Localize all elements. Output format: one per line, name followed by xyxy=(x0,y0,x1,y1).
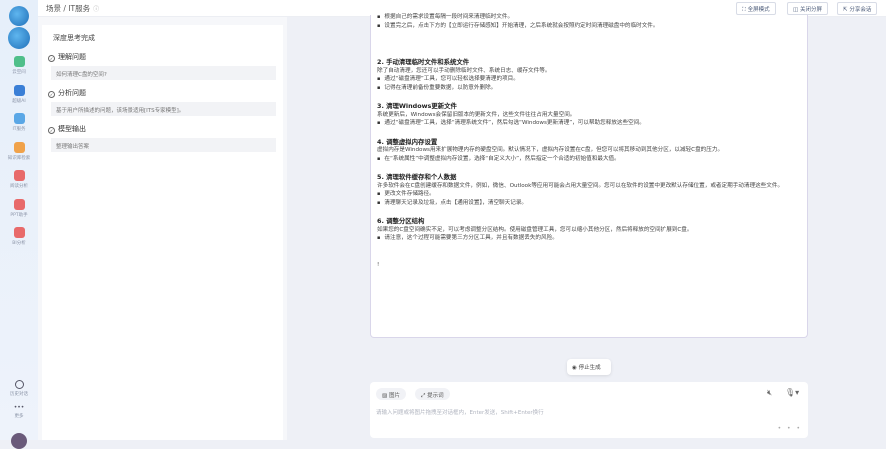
list-item: 在“系统属性”中调整虚拟内存设置，选择“自定义大小”，然后指定一个合适的初始值和… xyxy=(377,155,801,164)
clock-icon xyxy=(14,380,24,389)
message-input[interactable]: 请输入问题或将图片拖拽至对话框内，Enter发送，Shift+Enter换行 xyxy=(376,408,544,416)
typing-cursor: ! xyxy=(377,261,380,268)
app-logo xyxy=(9,6,29,26)
app-icon xyxy=(13,56,25,67)
stop-generating-button[interactable]: ◉ 停止生成 xyxy=(567,359,611,375)
thinking-title: 深度思考完成 xyxy=(53,34,95,42)
thinking-step: ✓ 理解问题 xyxy=(48,53,86,62)
assistant-avatar[interactable] xyxy=(8,27,30,49)
step-detail: 如何清理C盘的空间? xyxy=(51,66,276,80)
section-heading: 2. 手动清理临时文件和系统文件 xyxy=(377,58,470,66)
list-item: 记得在清理前备份重要数据，以防意外删除。 xyxy=(377,84,801,93)
share-button[interactable]: ⇱ 分享会话 xyxy=(837,2,878,15)
section-heading: 4. 调整虚拟内存设置 xyxy=(377,137,438,146)
thinking-step: ✓ 分析问题 xyxy=(48,89,86,98)
sidebar-item-more[interactable]: ••• 更多 xyxy=(0,404,38,420)
more-icon: ••• xyxy=(13,404,25,411)
info-icon[interactable]: ⓘ xyxy=(93,6,99,13)
breadcrumb: 场景 / IT服务 ⓘ xyxy=(46,4,100,13)
section-text: 许多软件会在C盘创建缓存和数据文件，例如，微信、Outlook等应用可能会占用大… xyxy=(377,182,784,189)
sidebar-item-3[interactable]: 知识库检索 xyxy=(0,141,38,161)
more-options-icon[interactable]: • • • xyxy=(778,425,802,432)
list-item: 通过“磁盘清理”工具，您可以轻松选择要清理的项目。 xyxy=(377,75,801,84)
check-circle-icon: ✓ xyxy=(48,55,55,62)
step-detail: 整理输出答案 xyxy=(51,138,276,152)
sidebar-item-2[interactable]: IT服务 xyxy=(0,113,38,132)
composer: ▨ 图片 ⤢ 提示词 请输入问题或将图片拖拽至对话框内，Enter发送，Shif… xyxy=(370,382,808,438)
list-item: 设置完之后，点击下方的【立即运行存储感知】开始清理，之后系统就会按照约定时间清理… xyxy=(377,22,801,31)
list-item: 请注意，这个过程可能需要第三方分区工具，并且有数据丢失的风险。 xyxy=(377,234,801,243)
prompt-button[interactable]: ⤢ 提示词 xyxy=(415,388,450,400)
app-icon xyxy=(13,141,25,153)
app-icon xyxy=(13,113,25,124)
section-heading: 3. 清理Windows更新文件 xyxy=(377,102,457,110)
sidebar-item-6[interactable]: BI分析 xyxy=(0,227,38,246)
section-text: 如果您的C盘空间确实不足，可以考虑调整分区结构。使用磁盘管理工具，您可以缩小其他… xyxy=(377,226,693,233)
user-avatar[interactable] xyxy=(11,433,27,449)
list-item: 更改文件存储路径。 xyxy=(377,190,801,199)
chat-area: 根据自己的需求设置每隔一段时间来清理临时文件。设置完之后，点击下方的【立即运行存… xyxy=(287,13,886,440)
sidebar-item-1[interactable]: 超级AI xyxy=(0,84,38,104)
app-icon xyxy=(13,198,25,210)
app-icon xyxy=(13,227,25,238)
sidebar-item-5[interactable]: PPT助手 xyxy=(0,198,38,218)
microphone-icon[interactable]: 🎙︎▾ xyxy=(785,388,799,397)
answer-section: 5. 清理软件缓存和个人数据 许多软件会在C盘创建缓存和数据文件，例如，微信、Ou… xyxy=(377,173,801,207)
thinking-step: ✓ 模型输出 xyxy=(48,125,86,134)
sidebar: 云空间超级AI IT服务知识库检索阅读分析 PPT助手 BI分析 历史对话 ••• 更… xyxy=(0,0,38,449)
list-item: 清理聊天记录及垃圾，点击【通用设置】，清空聊天记录。 xyxy=(377,199,801,208)
answer-section: 6. 调整分区结构 如果您的C盘空间确实不足，可以考虑调整分区结构。使用磁盘管理工… xyxy=(377,217,801,243)
app-icon xyxy=(13,84,25,96)
step-detail: 基于用户所描述的问题，该场景适用[ITS专家模型]。 xyxy=(51,102,276,116)
section-text: 除了自动清理，您还可以手动删除临时文件、系统日志、缓存文件等。 xyxy=(377,67,551,74)
image-button[interactable]: ▨ 图片 xyxy=(376,388,406,400)
answer-section: 2. 手动清理临时文件和系统文件 除了自动清理，您还可以手动删除临时文件、系统日志… xyxy=(377,58,801,92)
sidebar-item-0[interactable]: 云空间 xyxy=(0,56,38,75)
answer-section: 4. 调整虚拟内存设置 虚拟内存是Windows用来扩展物理内存的硬盘空间。默认情… xyxy=(377,138,801,164)
list-item: 通过“磁盘清理”工具，选择“清理系统文件”，然后勾选“Windows更新清理”，… xyxy=(377,119,801,128)
thinking-panel: 深度思考完成 ✓ 理解问题如何清理C盘的空间? ✓ 分析问题基于用户所描述的问题，该场… xyxy=(38,17,287,440)
sidebar-item-history[interactable]: 历史对话 xyxy=(0,380,38,397)
app-icon xyxy=(13,170,25,181)
section-heading: 5. 清理软件缓存和个人数据 xyxy=(377,173,457,181)
voice-off-icon[interactable]: 🔇︎ xyxy=(767,388,772,398)
sidebar-item-4[interactable]: 阅读分析 xyxy=(0,170,38,189)
list-item: 根据自己的需求设置每隔一段时间来清理临时文件。 xyxy=(377,13,801,22)
check-circle-icon: ✓ xyxy=(48,127,55,134)
section-heading: 6. 调整分区结构 xyxy=(377,217,425,225)
answer-section: 3. 清理Windows更新文件 系统更新后，Windows会保留旧版本的更新文件… xyxy=(377,102,801,128)
section-text: 系统更新后，Windows会保留旧版本的更新文件，这些文件往往占用大量空间。 xyxy=(377,111,576,118)
section-text: 虚拟内存是Windows用来扩展物理内存的硬盘空间。默认情况下，虚拟内存设置在C… xyxy=(377,147,724,153)
answer-card: 根据自己的需求设置每隔一段时间来清理临时文件。设置完之后，点击下方的【立即运行存… xyxy=(370,13,808,338)
image-icon: ▨ xyxy=(382,393,389,399)
check-circle-icon: ✓ xyxy=(48,91,55,98)
